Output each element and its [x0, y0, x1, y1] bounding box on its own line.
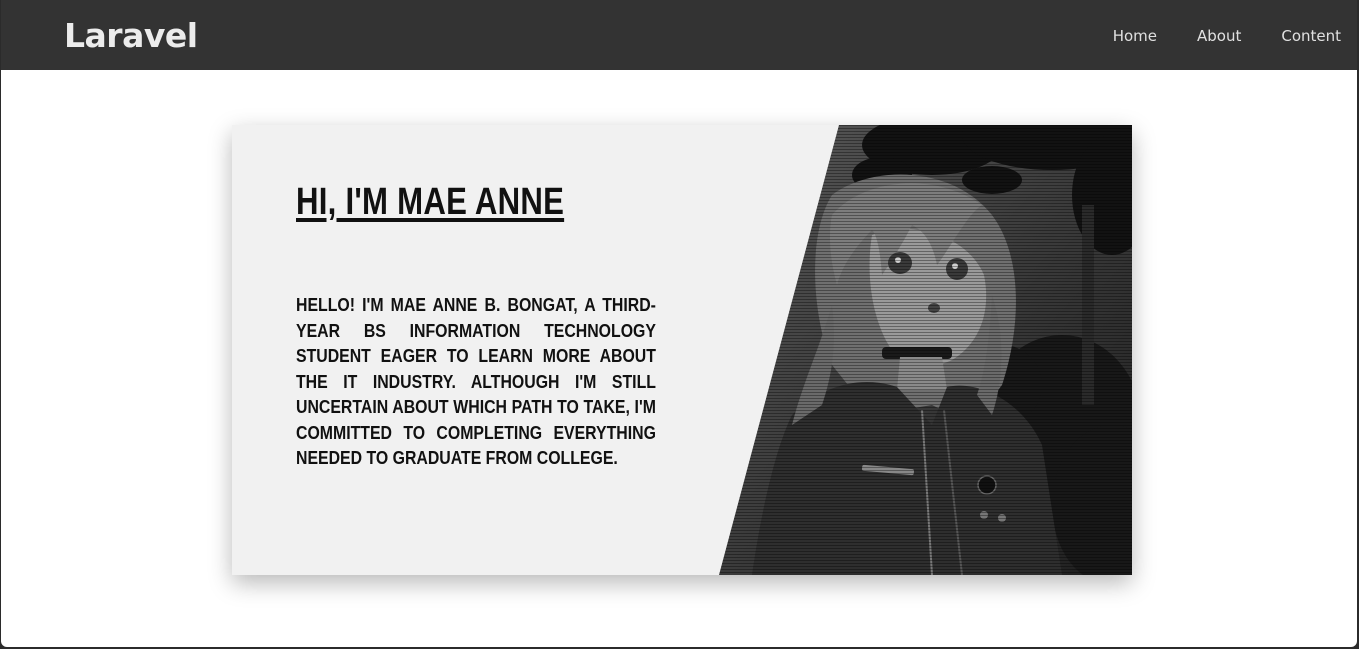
nav-link-about[interactable]: About: [1197, 25, 1241, 47]
navbar: Laravel Home About Content: [1, 0, 1357, 70]
nav-link-home[interactable]: Home: [1113, 25, 1157, 47]
nav-links: Home About Content: [1073, 25, 1341, 47]
nav-link-content[interactable]: Content: [1281, 25, 1341, 47]
browser-viewport: Laravel Home About Content HI, I'M MAE A…: [1, 0, 1357, 647]
hero-headline: HI, I'M MAE ANNE: [296, 181, 565, 223]
brand-logo-link[interactable]: Laravel: [64, 15, 198, 57]
hero-bio-text: Hello! I'm Mae Anne B. Bongat, a third-y…: [296, 294, 656, 468]
hero-bio: Hello! I'm Mae Anne B. Bongat, a third-y…: [296, 292, 656, 471]
hero-card: HI, I'M MAE ANNE Hello! I'm Mae Anne B. …: [232, 125, 1132, 575]
